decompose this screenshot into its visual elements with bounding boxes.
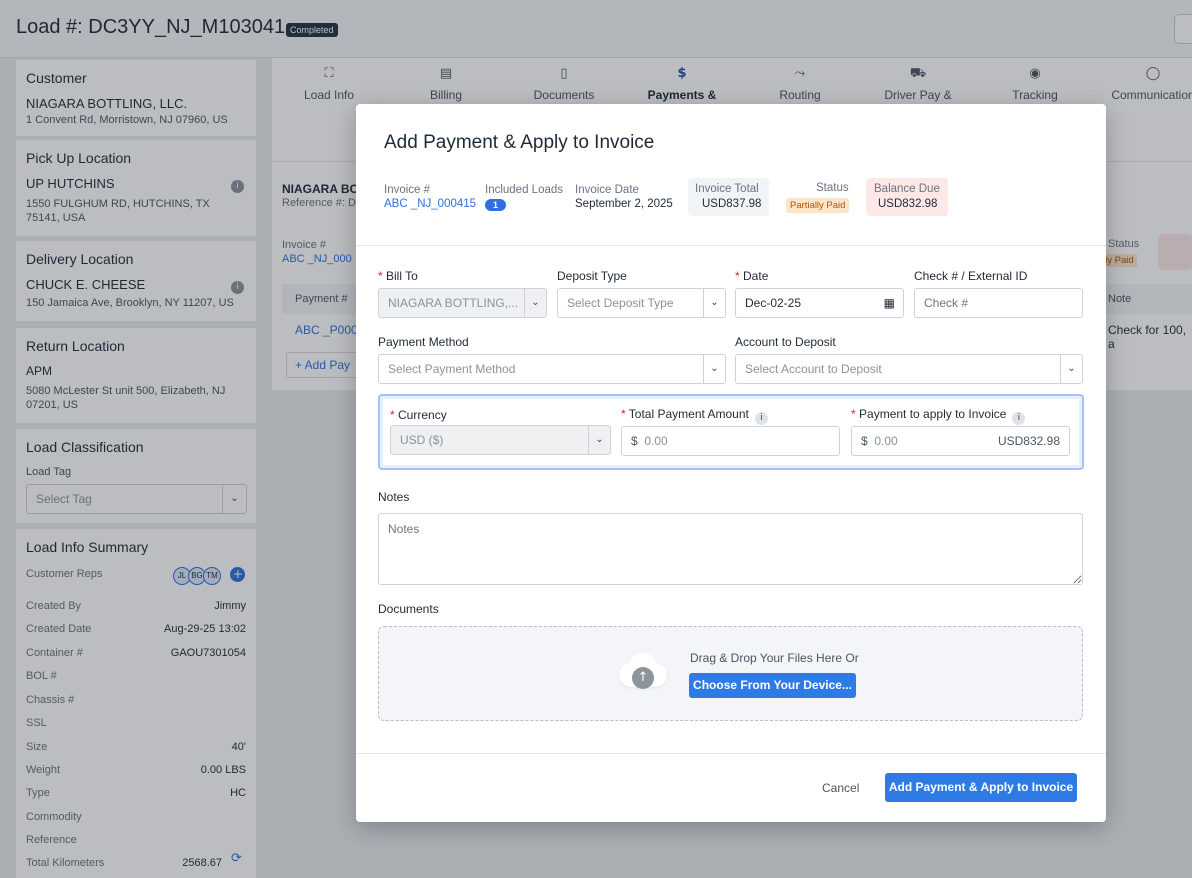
date-value: Dec-02-25 xyxy=(745,296,802,310)
divider xyxy=(356,753,1106,754)
notes-textarea[interactable] xyxy=(378,513,1083,585)
partially-paid-badge: Partially Paid xyxy=(786,198,850,213)
balance-due-value: USD832.98 xyxy=(878,198,938,210)
status-label: Status xyxy=(816,182,849,194)
drop-text: Drag & Drop Your Files Here Or xyxy=(690,651,859,665)
check-label: Check # / External ID xyxy=(914,269,1028,283)
chevron-down-icon: ⌄ xyxy=(703,289,725,317)
apply-payment-label: * Payment to apply to Invoice i xyxy=(851,407,1026,425)
invoice-link[interactable]: ABC _NJ_000415 xyxy=(384,198,476,210)
choose-file-button[interactable]: Choose From Your Device... xyxy=(689,673,856,698)
total-payment-label-text: Total Payment Amount xyxy=(628,407,749,421)
chevron-down-icon: ⌄ xyxy=(588,426,610,454)
add-payment-modal: Add Payment & Apply to Invoice Invoice #… xyxy=(356,104,1106,822)
date-label-text: Date xyxy=(743,269,769,283)
calendar-icon[interactable]: ▦ xyxy=(884,289,895,317)
total-payment-input[interactable]: $ 0.00 xyxy=(621,426,840,456)
check-input[interactable] xyxy=(914,288,1083,318)
payment-method-label: Payment Method xyxy=(378,335,469,349)
account-placeholder: Select Account to Deposit xyxy=(745,362,882,376)
add-payment-submit-button[interactable]: Add Payment & Apply to Invoice xyxy=(885,773,1077,802)
invoice-date-value: September 2, 2025 xyxy=(575,198,673,210)
apply-payment-max: USD832.98 xyxy=(997,434,1060,448)
bill-to-value: NIAGARA BOTTLING,... xyxy=(388,296,519,310)
divider xyxy=(356,245,1106,246)
account-label: Account to Deposit xyxy=(735,335,836,349)
apply-payment-input[interactable]: $ 0.00 USD832.98 xyxy=(851,426,1070,456)
documents-label: Documents xyxy=(378,602,439,616)
notes-label: Notes xyxy=(378,490,410,504)
total-payment-label: * Total Payment Amount i xyxy=(621,407,768,425)
deposit-type-select[interactable]: Select Deposit Type ⌄ xyxy=(557,288,726,318)
info-icon[interactable]: i xyxy=(1012,412,1026,425)
payment-amount-group: * Currency USD ($) ⌄ * Total Payment Amo… xyxy=(378,394,1084,470)
payment-method-placeholder: Select Payment Method xyxy=(388,362,516,376)
apply-payment-placeholder: 0.00 xyxy=(874,434,898,448)
deposit-type-label: Deposit Type xyxy=(557,269,627,283)
deposit-type-placeholder: Select Deposit Type xyxy=(567,296,674,310)
payment-method-select[interactable]: Select Payment Method ⌄ xyxy=(378,354,726,384)
balance-due-label: Balance Due xyxy=(874,183,940,195)
included-loads-label: Included Loads xyxy=(485,184,564,196)
modal-title: Add Payment & Apply to Invoice xyxy=(384,132,655,153)
currency-value: USD ($) xyxy=(400,433,444,447)
invoice-label: Invoice # xyxy=(384,184,431,196)
bill-to-select[interactable]: NIAGARA BOTTLING,... ⌄ xyxy=(378,288,547,318)
cloud-upload-icon: ↑ xyxy=(619,651,667,691)
date-label: * Date xyxy=(735,269,769,283)
invoice-total-box: Invoice Total USD837.98 xyxy=(688,178,769,216)
invoice-total-label: Invoice Total xyxy=(695,183,759,195)
currency-select[interactable]: USD ($) ⌄ xyxy=(390,425,611,455)
bill-to-label: * Bill To xyxy=(378,269,418,283)
account-select[interactable]: Select Account to Deposit ⌄ xyxy=(735,354,1083,384)
invoice-date-label: Invoice Date xyxy=(575,184,639,196)
currency-label-text: Currency xyxy=(398,408,447,422)
balance-due-box: Balance Due USD832.98 xyxy=(866,178,948,216)
included-loads-count[interactable]: 1 xyxy=(485,199,506,211)
bill-to-label-text: Bill To xyxy=(386,269,418,283)
currency-symbol: $ xyxy=(861,434,868,448)
cancel-button[interactable]: Cancel xyxy=(822,781,859,795)
chevron-down-icon: ⌄ xyxy=(703,355,725,383)
apply-payment-label-text: Payment to apply to Invoice xyxy=(859,407,1007,421)
file-dropzone[interactable]: ↑ Drag & Drop Your Files Here Or Choose … xyxy=(378,626,1083,721)
currency-label: * Currency xyxy=(390,408,447,422)
invoice-total-value: USD837.98 xyxy=(702,198,762,210)
total-payment-placeholder: 0.00 xyxy=(644,434,668,448)
chevron-down-icon: ⌄ xyxy=(1060,355,1082,383)
info-icon[interactable]: i xyxy=(754,412,768,425)
currency-symbol: $ xyxy=(631,434,638,448)
date-input[interactable]: Dec-02-25 ▦ xyxy=(735,288,904,318)
chevron-down-icon: ⌄ xyxy=(524,289,546,317)
